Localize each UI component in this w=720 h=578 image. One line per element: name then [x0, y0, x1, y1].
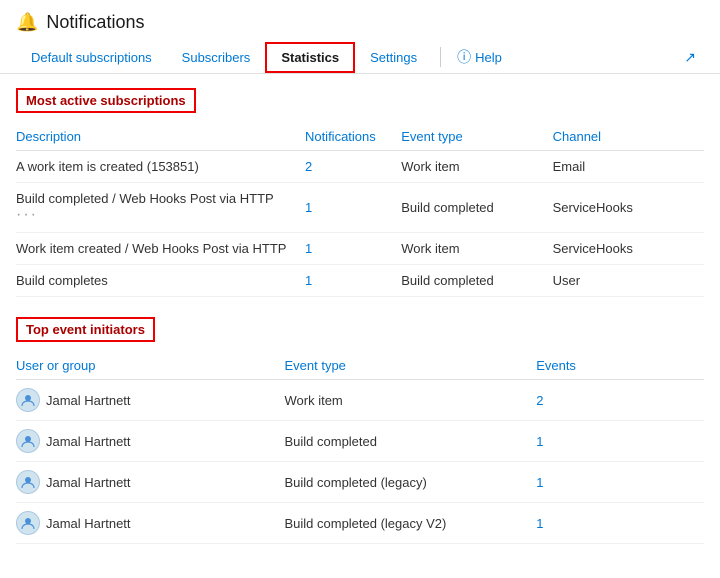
active-subscriptions-title: Most active subscriptions [16, 88, 196, 113]
cell-user: Jamal Hartnett [16, 503, 284, 544]
cell-eventtype: Build completed [401, 265, 552, 297]
tab-subscribers[interactable]: Subscribers [167, 43, 266, 72]
active-subscriptions-header-row: Description Notifications Event type Cha… [16, 123, 704, 151]
col-header-description: Description [16, 123, 305, 151]
bell-icon: 🔔 [16, 12, 38, 33]
avatar [16, 388, 40, 412]
avatar [16, 470, 40, 494]
table-row: Build completes 1 Build completed User [16, 265, 704, 297]
cell-eventtype: Work item [401, 233, 552, 265]
help-link[interactable]: ⓘ Help [449, 41, 510, 73]
nav-divider [440, 47, 441, 67]
table-row: Jamal Hartnett Build completed 1 [16, 421, 704, 462]
col-header-eventtype: Event type [401, 123, 552, 151]
table-row: Jamal Hartnett Build completed (legacy V… [16, 503, 704, 544]
help-circle-icon: ⓘ [457, 47, 471, 67]
tab-default-subscriptions[interactable]: Default subscriptions [16, 43, 167, 72]
tab-statistics[interactable]: Statistics [265, 42, 355, 73]
cell-description: Work item created / Web Hooks Post via H… [16, 233, 305, 265]
cell-eventtype: Build completed [284, 421, 536, 462]
cell-user: Jamal Hartnett [16, 462, 284, 503]
cell-description: Build completed / Web Hooks Post via HTT… [16, 183, 305, 233]
avatar [16, 429, 40, 453]
cell-notifications: 1 [305, 183, 401, 233]
cell-user: Jamal Hartnett [16, 380, 284, 421]
col-header-user: User or group [16, 352, 284, 380]
table-row: Work item created / Web Hooks Post via H… [16, 233, 704, 265]
top-initiators-table: User or group Event type Events Jamal Ha… [16, 352, 704, 544]
nav-tabs: Default subscriptions Subscribers Statis… [0, 33, 720, 74]
cell-user: Jamal Hartnett [16, 421, 284, 462]
avatar [16, 511, 40, 535]
cell-description: A work item is created (153851) [16, 151, 305, 183]
user-name: Jamal Hartnett [46, 475, 131, 490]
cell-events: 1 [536, 503, 704, 544]
cell-events: 2 [536, 380, 704, 421]
cell-eventtype: Build completed [401, 183, 552, 233]
ellipsis-icon: ··· [16, 206, 38, 223]
cell-channel: ServiceHooks [553, 183, 704, 233]
cell-notifications: 2 [305, 151, 401, 183]
cell-channel: User [553, 265, 704, 297]
table-row: Jamal Hartnett Build completed (legacy) … [16, 462, 704, 503]
cell-notifications: 1 [305, 265, 401, 297]
cell-events: 1 [536, 462, 704, 503]
cell-notifications: 1 [305, 233, 401, 265]
table-row: Jamal Hartnett Work item 2 [16, 380, 704, 421]
help-label: Help [475, 50, 502, 65]
tab-settings[interactable]: Settings [355, 43, 432, 72]
cell-channel: Email [553, 151, 704, 183]
active-subscriptions-table: Description Notifications Event type Cha… [16, 123, 704, 297]
cell-events: 1 [536, 421, 704, 462]
user-name: Jamal Hartnett [46, 516, 131, 531]
top-initiators-section: Top event initiators User or group Event… [16, 317, 704, 544]
cell-eventtype: Work item [401, 151, 552, 183]
page-header: 🔔 Notifications [0, 0, 720, 33]
table-row: Build completed / Web Hooks Post via HTT… [16, 183, 704, 233]
col-header-notifications: Notifications [305, 123, 401, 151]
col-header-events: Events [536, 352, 704, 380]
user-name: Jamal Hartnett [46, 393, 131, 408]
cell-channel: ServiceHooks [553, 233, 704, 265]
main-content: Most active subscriptions Description No… [0, 74, 720, 578]
table-row: A work item is created (153851) 2 Work i… [16, 151, 704, 183]
top-initiators-header-row: User or group Event type Events [16, 352, 704, 380]
nav-tabs-wrapper: Default subscriptions Subscribers Statis… [16, 41, 510, 73]
page-title: Notifications [46, 12, 144, 33]
external-link-icon[interactable]: ↗ [676, 43, 704, 71]
cell-description: Build completes [16, 265, 305, 297]
col-header-eventtype2: Event type [284, 352, 536, 380]
active-subscriptions-section: Most active subscriptions Description No… [16, 88, 704, 297]
user-name: Jamal Hartnett [46, 434, 131, 449]
cell-eventtype: Build completed (legacy V2) [284, 503, 536, 544]
col-header-channel: Channel [553, 123, 704, 151]
cell-eventtype: Work item [284, 380, 536, 421]
cell-eventtype: Build completed (legacy) [284, 462, 536, 503]
top-initiators-title: Top event initiators [16, 317, 155, 342]
